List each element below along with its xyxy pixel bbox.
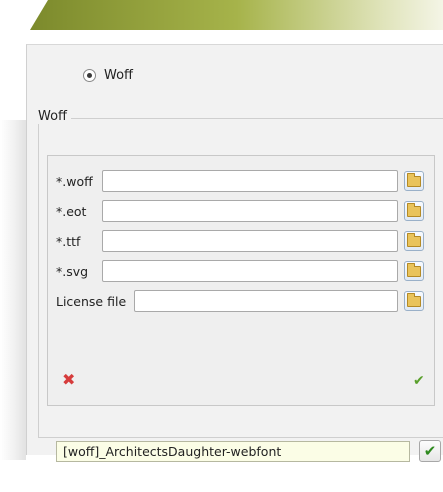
woff-browse-button[interactable] xyxy=(404,171,424,191)
field-row-svg: *.svg xyxy=(56,260,88,282)
field-row-license: License file xyxy=(56,290,126,312)
woff-radio-option[interactable]: Woff xyxy=(83,65,133,85)
check-icon: ✔ xyxy=(423,442,437,460)
red-x-icon[interactable]: ✖ xyxy=(62,372,76,388)
green-check-icon[interactable]: ✔ xyxy=(413,374,429,388)
ttf-label: *.ttf xyxy=(56,233,81,249)
woff-label: *.woff xyxy=(56,173,93,189)
folder-open-icon xyxy=(407,262,421,277)
ttf-browse-button[interactable] xyxy=(404,231,424,251)
eot-label: *.eot xyxy=(56,203,87,219)
svg-file-input[interactable] xyxy=(102,260,398,282)
ttf-file-input[interactable] xyxy=(102,230,398,252)
header-strip xyxy=(30,0,443,30)
folder-open-icon xyxy=(407,232,421,247)
field-row-eot: *.eot xyxy=(56,200,86,222)
license-browse-button[interactable] xyxy=(404,291,424,311)
eot-browse-button[interactable] xyxy=(404,201,424,221)
woff-file-input[interactable] xyxy=(102,170,398,192)
field-row-ttf: *.ttf xyxy=(56,230,80,252)
folder-open-icon xyxy=(407,292,421,307)
confirm-button[interactable]: ✔ xyxy=(419,440,441,462)
groupbox-title: Woff xyxy=(34,109,72,124)
license-file-label: License file xyxy=(56,293,127,309)
radio-selected-dot xyxy=(87,72,92,78)
left-shadow xyxy=(0,120,26,460)
folder-open-icon xyxy=(407,172,421,187)
eot-file-input[interactable] xyxy=(102,200,398,222)
field-row-woff: *.woff xyxy=(56,170,93,192)
svg-label: *.svg xyxy=(56,263,89,279)
svg-browse-button[interactable] xyxy=(404,261,424,281)
font-export-dialog: Woff Woff *.woff *.eot *.ttf *.svg Licen… xyxy=(0,0,443,492)
font-name-field[interactable]: [woff]_ArchitectsDaughter-webfont xyxy=(56,441,410,462)
radio-button[interactable] xyxy=(83,68,96,82)
radio-label: Woff xyxy=(104,67,134,83)
folder-open-icon xyxy=(407,202,421,217)
license-file-input[interactable] xyxy=(134,290,398,312)
